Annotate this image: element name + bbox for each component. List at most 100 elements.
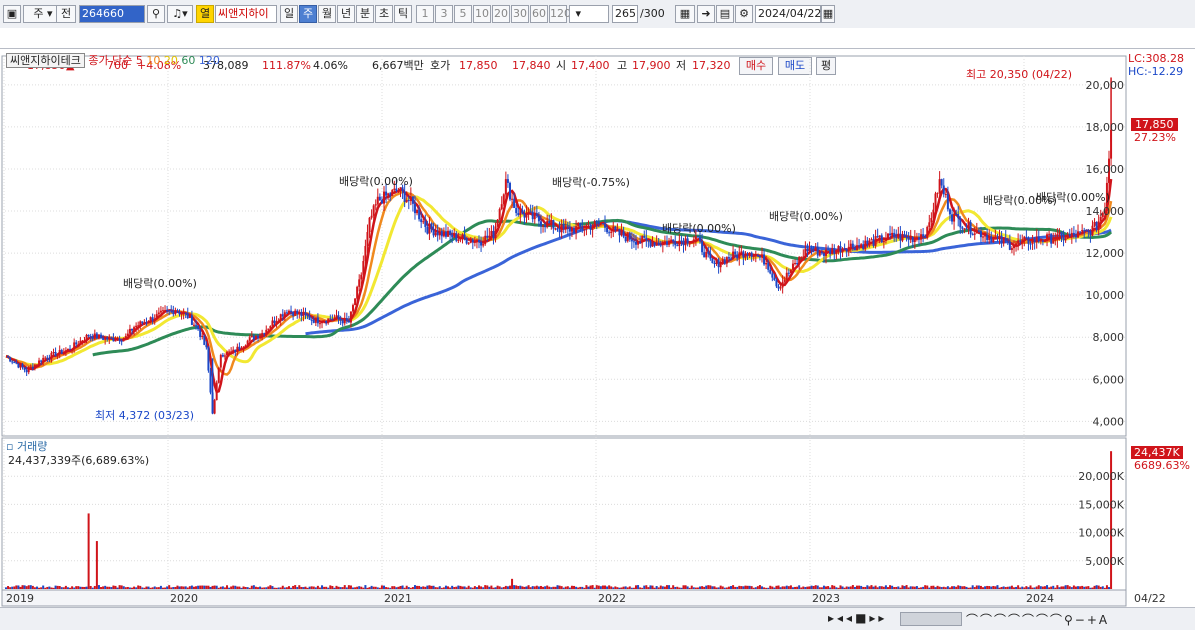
interval-button-0[interactable]: 1 [416, 5, 434, 23]
gear-icon[interactable]: ⚙ [735, 5, 753, 23]
prev-button[interactable]: 전 [56, 5, 76, 23]
candle-body [1037, 236, 1040, 242]
period-tab-6[interactable]: 틱 [394, 5, 412, 23]
candle-body [335, 315, 338, 319]
volume-bar [1027, 587, 1030, 589]
interval-button-6[interactable]: 60 [530, 5, 548, 23]
candle-body [366, 232, 369, 246]
search-icon[interactable]: ⚲ [147, 5, 165, 23]
candle-body [15, 362, 18, 364]
volume-bar [730, 586, 733, 589]
period-tab-5[interactable]: 초 [375, 5, 393, 23]
volume-bar [550, 587, 553, 589]
candle-body [562, 224, 565, 229]
volume-bar [290, 587, 293, 589]
code-input[interactable]: 264660 [79, 5, 145, 23]
volume-bar [108, 586, 111, 589]
candle-body [816, 247, 819, 256]
candle-body [209, 370, 212, 393]
candle-body [715, 259, 718, 264]
interval-button-3[interactable]: 10 [473, 5, 491, 23]
volume-bar [60, 587, 63, 589]
candle-body [513, 198, 516, 209]
candle-body [750, 252, 753, 257]
interval-button-5[interactable]: 30 [511, 5, 529, 23]
candle-body [971, 234, 974, 236]
candle-body [58, 349, 61, 354]
volume-bar [897, 586, 900, 589]
candle-body [327, 318, 330, 323]
volume-bar [678, 587, 681, 589]
interval-button-4[interactable]: 20 [492, 5, 510, 23]
volume-bar [674, 586, 677, 589]
volume-bar [23, 585, 26, 589]
volume-bar [511, 578, 514, 589]
volume-bar [907, 587, 910, 589]
volume-bar [85, 586, 88, 589]
stock-name-field[interactable]: 씨앤지하이 [215, 5, 277, 23]
volume-bar [880, 586, 883, 589]
candle-body [632, 241, 635, 243]
volume-bar [504, 585, 507, 589]
candle-type-icon[interactable]: ▦ [675, 5, 695, 23]
interval-input[interactable]: ▾ [569, 5, 609, 23]
volume-bar [133, 586, 136, 589]
period-tab-4[interactable]: 분 [356, 5, 374, 23]
count-input[interactable]: 265 [612, 5, 638, 23]
volume-bar [622, 586, 625, 589]
speaker-icon[interactable]: ♫▾ [167, 5, 193, 23]
candle-body [537, 215, 540, 222]
candle-body [651, 242, 654, 247]
candle-body [533, 213, 536, 220]
volume-bar [391, 586, 394, 589]
period-tab-3[interactable]: 년 [337, 5, 355, 23]
period-tab-2[interactable]: 월 [318, 5, 336, 23]
date-input[interactable]: 2024/04/22 [755, 5, 821, 23]
candle-body [990, 236, 993, 243]
volume-bar [471, 587, 474, 589]
candle-body [711, 258, 714, 264]
volume-bar [137, 585, 140, 589]
tool-icons[interactable]: ⌒⌒⌒⌒⌒⌒⌒⚲−+A [966, 611, 1109, 628]
scroll-bar[interactable]: ▸◂◂■▸▸ ⌒⌒⌒⌒⌒⌒⌒⚲−+A [0, 607, 1195, 630]
period-tab-1[interactable]: 주 [299, 5, 317, 23]
interval-button-2[interactable]: 5 [454, 5, 472, 23]
draw-tool-icon[interactable]: ➜ [697, 5, 715, 23]
stock-tag[interactable]: 씨앤지하이테크 [6, 53, 85, 68]
market-label: 주 [33, 7, 44, 20]
candle-body [568, 227, 571, 232]
mode-button[interactable]: 열 [196, 5, 214, 23]
candle-body [951, 214, 954, 222]
last-volume-tag: 24,437K [1131, 446, 1183, 459]
candle-body [601, 223, 604, 225]
candle-body [174, 311, 177, 315]
volume-bar [323, 586, 326, 589]
volume-bar [411, 587, 414, 589]
interval-button-1[interactable]: 3 [435, 5, 453, 23]
save-icon[interactable]: ▤ [716, 5, 734, 23]
volume-bar [358, 586, 361, 589]
scroll-controls[interactable]: ▸◂◂■▸▸ [828, 611, 887, 625]
volume-bar [552, 586, 555, 589]
window-icon[interactable]: ▣ [3, 5, 21, 23]
volume-bar [556, 585, 559, 589]
volume-bar [215, 585, 218, 589]
candle-body [585, 225, 588, 229]
candle-body [85, 334, 88, 341]
candle-body [1000, 235, 1003, 244]
candle-body [236, 346, 239, 353]
candle-body [558, 229, 561, 233]
x-tick-label: 2019 [6, 592, 34, 605]
volume-bar [151, 587, 154, 589]
volume-bar [608, 585, 611, 589]
volume-bar [1097, 585, 1100, 589]
candle-body [959, 218, 962, 228]
candle-body [159, 310, 162, 313]
calendar-icon[interactable]: ▦ [821, 5, 835, 23]
period-tab-0[interactable]: 일 [280, 5, 298, 23]
volume-bar [316, 585, 319, 589]
volume-bar [69, 587, 72, 589]
interval-button-7[interactable]: 120 [549, 5, 571, 23]
candle-body [587, 225, 590, 227]
scroll-thumb[interactable] [900, 612, 962, 626]
